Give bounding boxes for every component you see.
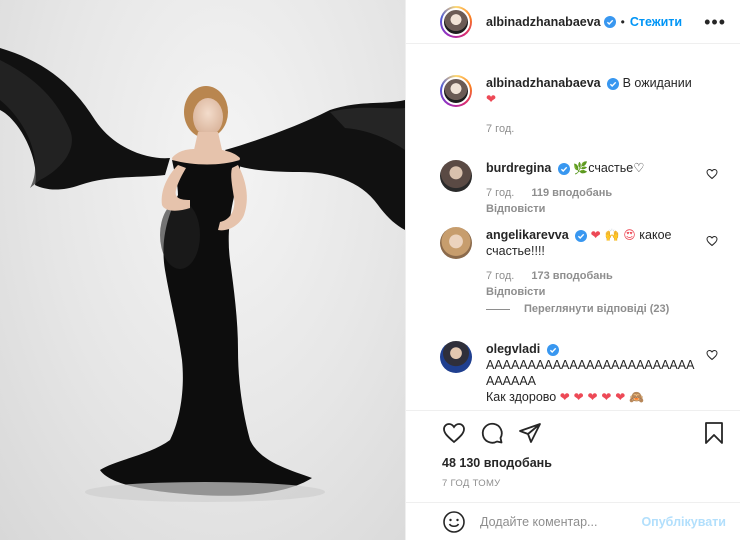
caption-text: В ожидании <box>622 76 692 90</box>
like-heart-icon[interactable] <box>442 421 466 445</box>
post-header: albinadzhanabaeva • Стежити ••• <box>406 0 740 44</box>
heart-outline-icon[interactable] <box>706 349 718 361</box>
view-replies-label: Переглянути відповіді (23) <box>524 303 670 315</box>
comment-item: angelikarevva ❤ 🙌 😍 какое счастье!!!! 7 … <box>440 227 718 300</box>
comment-time: 7 год. <box>486 187 515 199</box>
separator-dot: • <box>620 14 625 29</box>
commenter-avatar[interactable] <box>440 160 472 192</box>
caption: albinadzhanabaeva В ожидании ❤ 7 год. <box>440 75 718 137</box>
verified-badge-icon <box>575 229 588 242</box>
post-time[interactable]: 7 ГОД ТОМУ <box>442 478 501 489</box>
comment-emojis: ❤ 🙌 😍 <box>590 228 636 242</box>
comment-input[interactable] <box>480 514 642 529</box>
comments-list[interactable]: albinadzhanabaeva В ожидании ❤ 7 год. bu… <box>406 45 740 411</box>
leaf-emoji: 🌿 <box>573 161 589 175</box>
comment-username[interactable]: burdregina <box>486 161 551 175</box>
share-icon[interactable] <box>518 421 542 445</box>
commenter-avatar[interactable] <box>440 227 472 259</box>
caption-heart-emoji: ❤ <box>486 92 497 106</box>
verified-badge-icon <box>603 15 616 28</box>
caption-username[interactable]: albinadzhanabaeva <box>486 76 601 90</box>
instagram-post: albinadzhanabaeva • Стежити ••• albinadz… <box>0 0 740 540</box>
commenter-avatar[interactable] <box>440 341 472 373</box>
follow-button[interactable]: Стежити <box>630 15 682 29</box>
emoji-icon[interactable] <box>442 510 466 534</box>
comment-item: burdregina 🌿счастье♡ 7 год. 119 вподобан… <box>440 160 718 217</box>
comment-icon[interactable] <box>480 421 504 445</box>
caption-time: 7 год. <box>486 123 515 135</box>
bookmark-icon[interactable] <box>702 421 726 445</box>
verified-badge-icon <box>607 77 620 90</box>
pregnant-woman-photo <box>0 48 405 502</box>
author-avatar[interactable] <box>440 5 472 38</box>
verified-badge-icon <box>546 343 559 356</box>
comment-text: ААААААААААААААААААААААААААААААА <box>486 358 695 388</box>
reply-button[interactable]: Відповісти <box>486 286 545 298</box>
action-bar <box>442 420 726 446</box>
comment-item: olegvladi АААААААААААААААААААААААААААААА… <box>440 341 718 405</box>
comment-emojis: ❤ ❤ ❤ ❤ ❤ 🙈 <box>559 390 645 404</box>
view-replies-button[interactable]: Переглянути відповіді (23) <box>486 303 669 315</box>
author-username[interactable]: albinadzhanabaeva <box>486 15 601 29</box>
comment-text-2: Как здорово <box>486 390 557 404</box>
post-photo[interactable] <box>0 0 405 540</box>
publish-button[interactable]: Опублікувати <box>641 515 726 529</box>
comment-text: счастье♡ <box>588 161 645 175</box>
verified-badge-icon <box>557 162 570 175</box>
likes-count[interactable]: 48 130 вподобань <box>442 456 552 470</box>
caption-avatar[interactable] <box>440 75 472 107</box>
replies-divider <box>486 308 510 310</box>
heart-outline-icon[interactable] <box>706 235 718 247</box>
comment-username[interactable]: olegvladi <box>486 342 540 356</box>
add-comment-bar: Опублікувати <box>406 502 740 540</box>
comment-likes[interactable]: 119 вподобань <box>531 187 612 199</box>
comment-username[interactable]: angelikarevva <box>486 228 569 242</box>
heart-outline-icon[interactable] <box>706 168 718 180</box>
comment-likes[interactable]: 173 вподобань <box>531 270 612 282</box>
comment-time: 7 год. <box>486 270 515 282</box>
more-options-icon[interactable]: ••• <box>704 13 726 31</box>
reply-button[interactable]: Відповісти <box>486 203 545 215</box>
post-details-panel: albinadzhanabaeva • Стежити ••• albinadz… <box>405 0 740 540</box>
